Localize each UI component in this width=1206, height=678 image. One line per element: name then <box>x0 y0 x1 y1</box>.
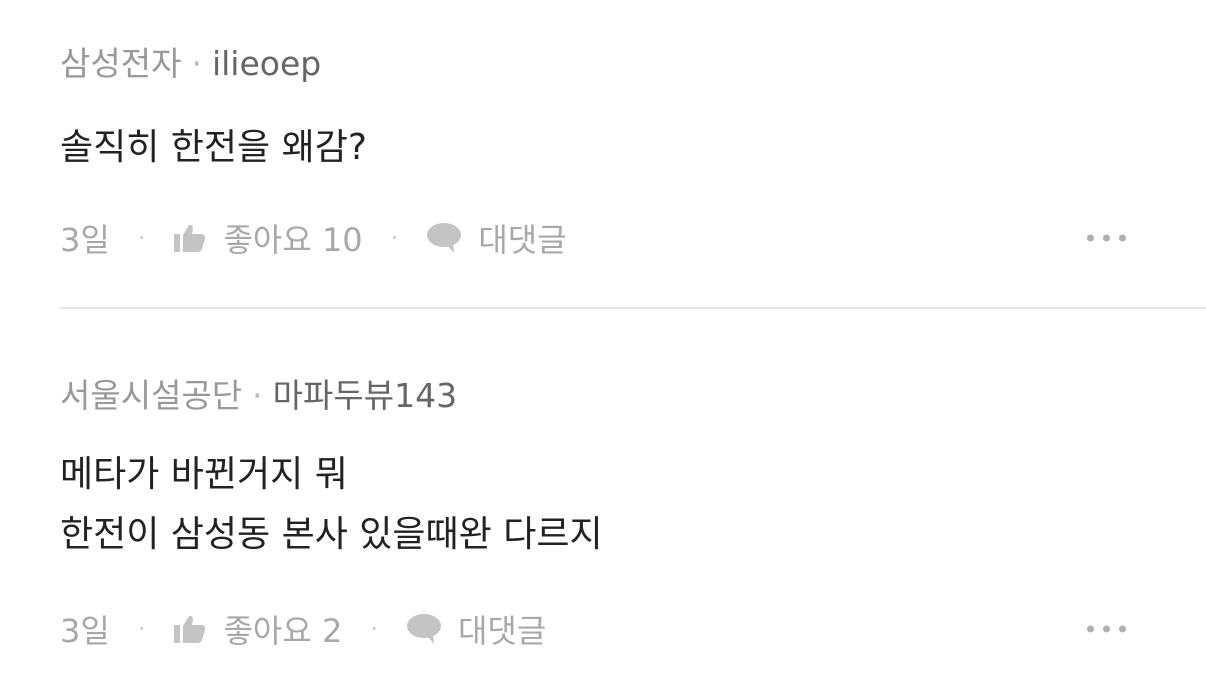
comment-text-line: 메타가 바뀐거지 뭐 <box>60 454 348 495</box>
comment-actions: 3일 · 좋아요 2 · 대댓글 <box>60 607 1126 651</box>
speech-bubble-icon <box>427 223 462 253</box>
like-button[interactable]: 좋아요 10 <box>173 215 363 261</box>
action-separator: · <box>390 224 399 252</box>
more-horizontal-icon <box>1087 234 1094 242</box>
comment-body: 메타가 바뀐거지 뭐 한전이 삼성동 본사 있을때완 다르지 <box>60 445 603 565</box>
like-label: 좋아요 2 <box>223 612 343 650</box>
comment-text-line: 한전이 삼성동 본사 있을때완 다르지 <box>60 514 603 555</box>
more-horizontal-icon <box>1087 625 1094 633</box>
more-options-button[interactable] <box>1087 616 1126 643</box>
company-name: 서울시설공단 <box>60 376 243 415</box>
comment-item: 삼성전자·ilieoep 솔직히 한전을 왜감? 3일 · 좋아요 10 · <box>0 0 1206 305</box>
meta-separator: · <box>191 44 202 83</box>
thumbs-up-icon <box>174 615 206 643</box>
comment-meta: 삼성전자 · ilieoep <box>60 44 321 84</box>
comment-text-line: 솔직히 한전을 왜감? <box>60 127 367 168</box>
action-separator: · <box>370 615 378 643</box>
thumbs-up-icon <box>174 224 206 252</box>
action-separator: · <box>137 615 146 643</box>
comment-item: 서울시설공단 · 마파두뷰143 메타가 바뀐거지 뭐 한전이 삼성동 본사 있을때… <box>0 305 1206 650</box>
like-button[interactable]: 좋아요 2 <box>173 606 342 652</box>
author-name[interactable]: 마파두뷰143 <box>273 376 457 415</box>
reply-label: 대댓글 <box>478 221 567 259</box>
action-separator: · <box>137 224 146 252</box>
like-label: 좋아요 10 <box>223 221 363 259</box>
comment-body: 솔직히 한전을 왜감? <box>60 118 367 178</box>
comment-meta: 서울시설공단 · 마파두뷰143 <box>60 376 457 416</box>
reply-button[interactable]: 대댓글 <box>426 215 567 261</box>
comment-list: 삼성전자·ilieoep 솔직히 한전을 왜감? 3일 · 좋아요 10 · <box>0 0 1206 650</box>
speech-bubble-icon <box>406 614 441 644</box>
reply-label: 대댓글 <box>457 612 547 650</box>
comment-time: 3일 <box>60 612 110 650</box>
company-name: 삼성전자 <box>60 44 182 83</box>
more-options-button[interactable] <box>1087 225 1126 252</box>
comment-time: 3일 <box>60 221 110 259</box>
comment-actions: 3일 · 좋아요 10 · 대댓글 <box>60 216 1126 260</box>
meta-separator: · <box>252 376 263 415</box>
reply-button[interactable]: 대댓글 <box>406 606 546 652</box>
author-name[interactable]: ilieoep <box>212 44 321 83</box>
